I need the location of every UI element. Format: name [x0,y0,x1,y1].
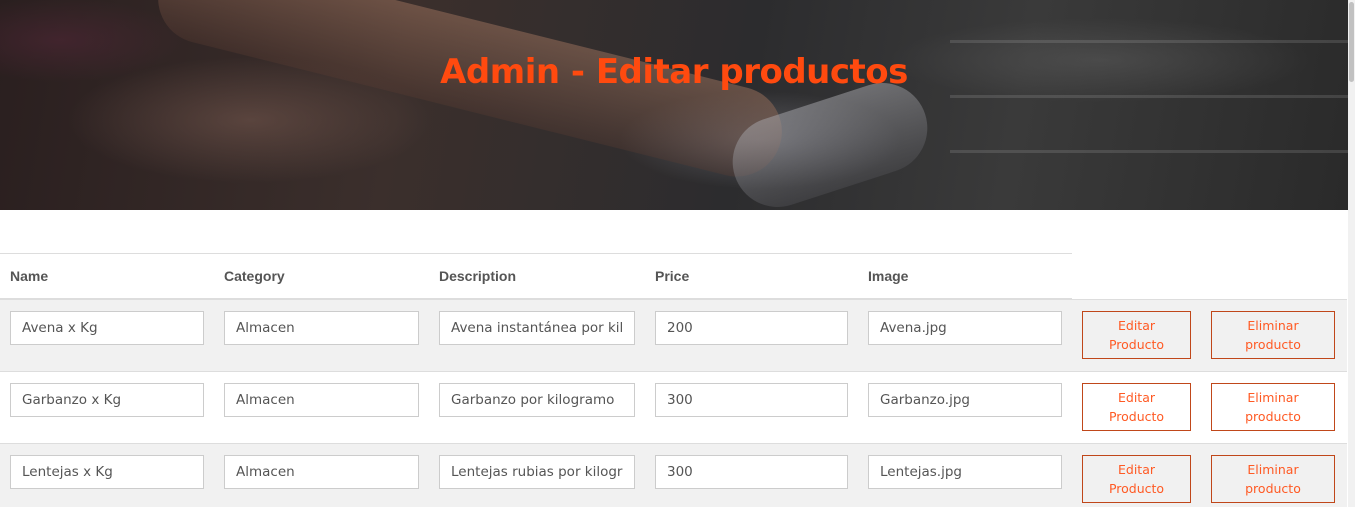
product-category-input[interactable] [224,455,419,489]
hero-banner: Admin - Editar productos [0,0,1348,210]
delete-product-button[interactable]: Eliminar producto [1211,383,1335,431]
products-table: Name Category Description Price Image Ed… [0,253,1347,507]
column-header-price: Price [645,253,858,300]
product-description-input[interactable] [439,383,635,417]
edit-product-button[interactable]: Editar Producto [1082,383,1191,431]
table-row: Editar Producto Eliminar producto [0,298,1347,372]
product-category-input[interactable] [224,311,419,345]
hero-background-shelf [950,150,1348,153]
delete-product-button[interactable]: Eliminar producto [1211,455,1335,503]
column-header-category: Category [214,253,429,300]
product-price-input[interactable] [655,455,848,489]
page-title: Admin - Editar productos [440,52,908,92]
product-name-input[interactable] [10,455,204,489]
product-description-input[interactable] [439,311,635,345]
product-price-input[interactable] [655,383,848,417]
scrollbar-thumb[interactable] [1349,2,1354,82]
column-header-name: Name [0,253,214,300]
product-image-input[interactable] [868,383,1062,417]
edit-product-button[interactable]: Editar Producto [1082,455,1191,503]
edit-product-button[interactable]: Editar Producto [1082,310,1191,359]
product-image-input[interactable] [868,311,1062,345]
hero-background-shelf [950,40,1348,43]
column-header-description: Description [429,253,645,300]
product-name-input[interactable] [10,311,204,345]
column-header-edit [1072,253,1201,299]
page-scrollbar[interactable] [1348,0,1355,507]
product-category-input[interactable] [224,383,419,417]
product-price-input[interactable] [655,311,848,345]
table-row: Editar Producto Eliminar producto [0,443,1347,507]
column-header-image: Image [858,253,1072,300]
product-description-input[interactable] [439,455,635,489]
hero-background-shelf [950,95,1348,98]
table-header-row: Name Category Description Price Image [0,253,1347,300]
table-row: Editar Producto Eliminar producto [0,371,1347,444]
product-image-input[interactable] [868,455,1062,489]
hero-background-arm [148,0,792,187]
product-name-input[interactable] [10,383,204,417]
column-header-delete [1201,253,1347,299]
delete-product-button[interactable]: Eliminar producto [1211,310,1335,359]
